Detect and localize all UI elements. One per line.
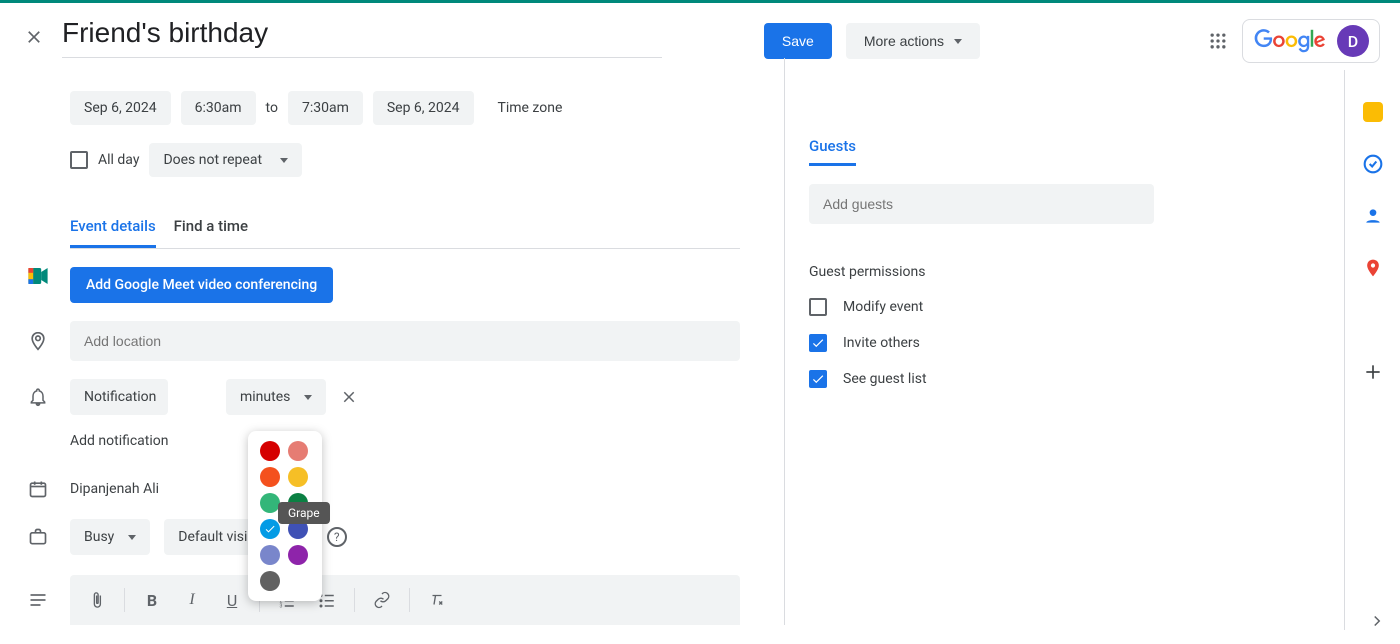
event-title-input[interactable] [62, 11, 662, 58]
guest-permissions-title: Guest permissions [809, 264, 1154, 280]
calendar-owner[interactable]: Dipanjenah Ali [70, 481, 159, 497]
more-actions-label: More actions [864, 33, 944, 49]
check-icon [264, 523, 276, 535]
all-day-label: All day [98, 152, 139, 168]
color-tomato[interactable] [260, 441, 280, 461]
color-tangerine[interactable] [260, 467, 280, 487]
see-guest-list-label: See guest list [843, 371, 927, 387]
chevron-down-icon [304, 395, 312, 400]
chevron-down-icon [280, 158, 288, 163]
start-time[interactable]: 6:30am [181, 91, 256, 125]
color-lavender[interactable] [260, 545, 280, 565]
link-icon [373, 591, 391, 609]
color-peacock[interactable] [260, 519, 280, 539]
invite-others-label: Invite others [843, 335, 920, 351]
close-button[interactable] [24, 27, 44, 47]
bell-icon [28, 387, 48, 407]
bold-button[interactable]: B [135, 583, 169, 617]
google-logo-icon [1253, 29, 1327, 53]
svg-text:3: 3 [280, 604, 283, 610]
save-button[interactable]: Save [764, 23, 832, 59]
clear-formatting-button[interactable] [420, 583, 454, 617]
modify-event-label: Modify event [843, 299, 923, 315]
calendar-icon [28, 479, 48, 499]
tab-find-time[interactable]: Find a time [174, 217, 248, 248]
check-icon [811, 372, 825, 386]
keep-button[interactable] [1363, 102, 1383, 122]
color-flamingo[interactable] [288, 441, 308, 461]
apps-button[interactable] [1208, 31, 1228, 51]
more-actions-button[interactable]: More actions [846, 23, 980, 59]
google-meet-icon [28, 268, 48, 284]
check-icon [811, 336, 825, 350]
end-time[interactable]: 7:30am [288, 91, 363, 125]
paperclip-icon [88, 591, 106, 609]
description-icon [28, 590, 48, 610]
chevron-right-icon [1368, 612, 1386, 630]
chevron-down-icon [128, 535, 136, 540]
invite-others-checkbox[interactable] [809, 334, 827, 352]
italic-button[interactable]: I [175, 583, 209, 617]
close-icon [24, 27, 44, 47]
timezone-button[interactable]: Time zone [498, 100, 563, 116]
start-date[interactable]: Sep 6, 2024 [70, 91, 171, 125]
end-date[interactable]: Sep 6, 2024 [373, 91, 474, 125]
color-sage[interactable] [260, 493, 280, 513]
visibility-help-button[interactable]: ? [327, 527, 347, 547]
plus-icon [1363, 362, 1383, 382]
attach-button[interactable] [80, 583, 114, 617]
side-panel [1344, 70, 1400, 630]
tasks-icon [1363, 154, 1383, 174]
availability-label: Busy [84, 529, 114, 545]
tab-event-details[interactable]: Event details [70, 217, 156, 248]
contacts-icon [1363, 206, 1383, 226]
notification-unit[interactable]: minutes [226, 379, 326, 415]
clear-format-icon [428, 591, 446, 609]
notification-type[interactable]: Notification [70, 379, 168, 415]
apps-icon [1208, 31, 1228, 51]
to-label: to [266, 100, 278, 116]
notification-unit-label: minutes [240, 389, 290, 405]
maps-button[interactable] [1363, 258, 1383, 278]
color-grape[interactable] [288, 545, 308, 565]
underline-button[interactable]: U [215, 583, 249, 617]
color-graphite[interactable] [260, 571, 280, 591]
location-icon [28, 331, 48, 351]
addons-button[interactable] [1363, 362, 1383, 382]
account-block[interactable]: D [1242, 19, 1380, 63]
see-guest-list-checkbox[interactable] [809, 370, 827, 388]
location-input[interactable] [70, 321, 740, 361]
keep-icon [1363, 102, 1383, 122]
briefcase-icon [28, 527, 48, 547]
collapse-side-panel-button[interactable] [1368, 612, 1386, 630]
description-toolbar: B I U 123 [70, 575, 740, 625]
add-meet-button[interactable]: Add Google Meet video conferencing [70, 267, 333, 303]
tasks-button[interactable] [1363, 154, 1383, 174]
modify-event-checkbox[interactable] [809, 298, 827, 316]
availability-select[interactable]: Busy [70, 519, 150, 555]
avatar: D [1337, 25, 1369, 57]
link-button[interactable] [365, 583, 399, 617]
all-day-checkbox[interactable] [70, 151, 88, 169]
repeat-label: Does not repeat [163, 152, 262, 168]
add-notification-button[interactable]: Add notification [70, 433, 740, 449]
tab-guests[interactable]: Guests [809, 137, 856, 166]
color-tooltip: Grape [278, 502, 330, 524]
repeat-select[interactable]: Does not repeat [149, 143, 302, 177]
maps-icon [1363, 258, 1383, 278]
add-guests-input[interactable] [809, 184, 1154, 224]
color-banana[interactable] [288, 467, 308, 487]
remove-notification-button[interactable] [340, 388, 358, 406]
contacts-button[interactable] [1363, 206, 1383, 226]
chevron-down-icon [954, 39, 962, 44]
close-icon [340, 388, 358, 406]
